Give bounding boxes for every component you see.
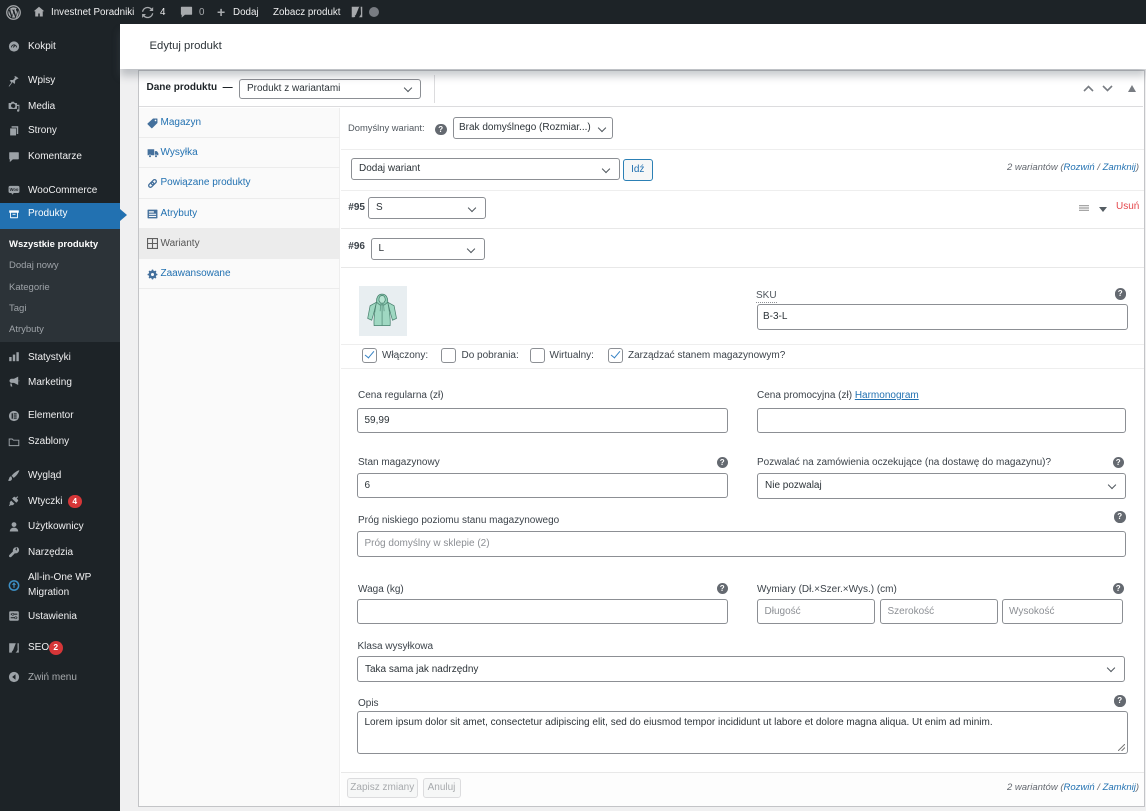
svg-text:Woo: Woo xyxy=(10,187,19,192)
